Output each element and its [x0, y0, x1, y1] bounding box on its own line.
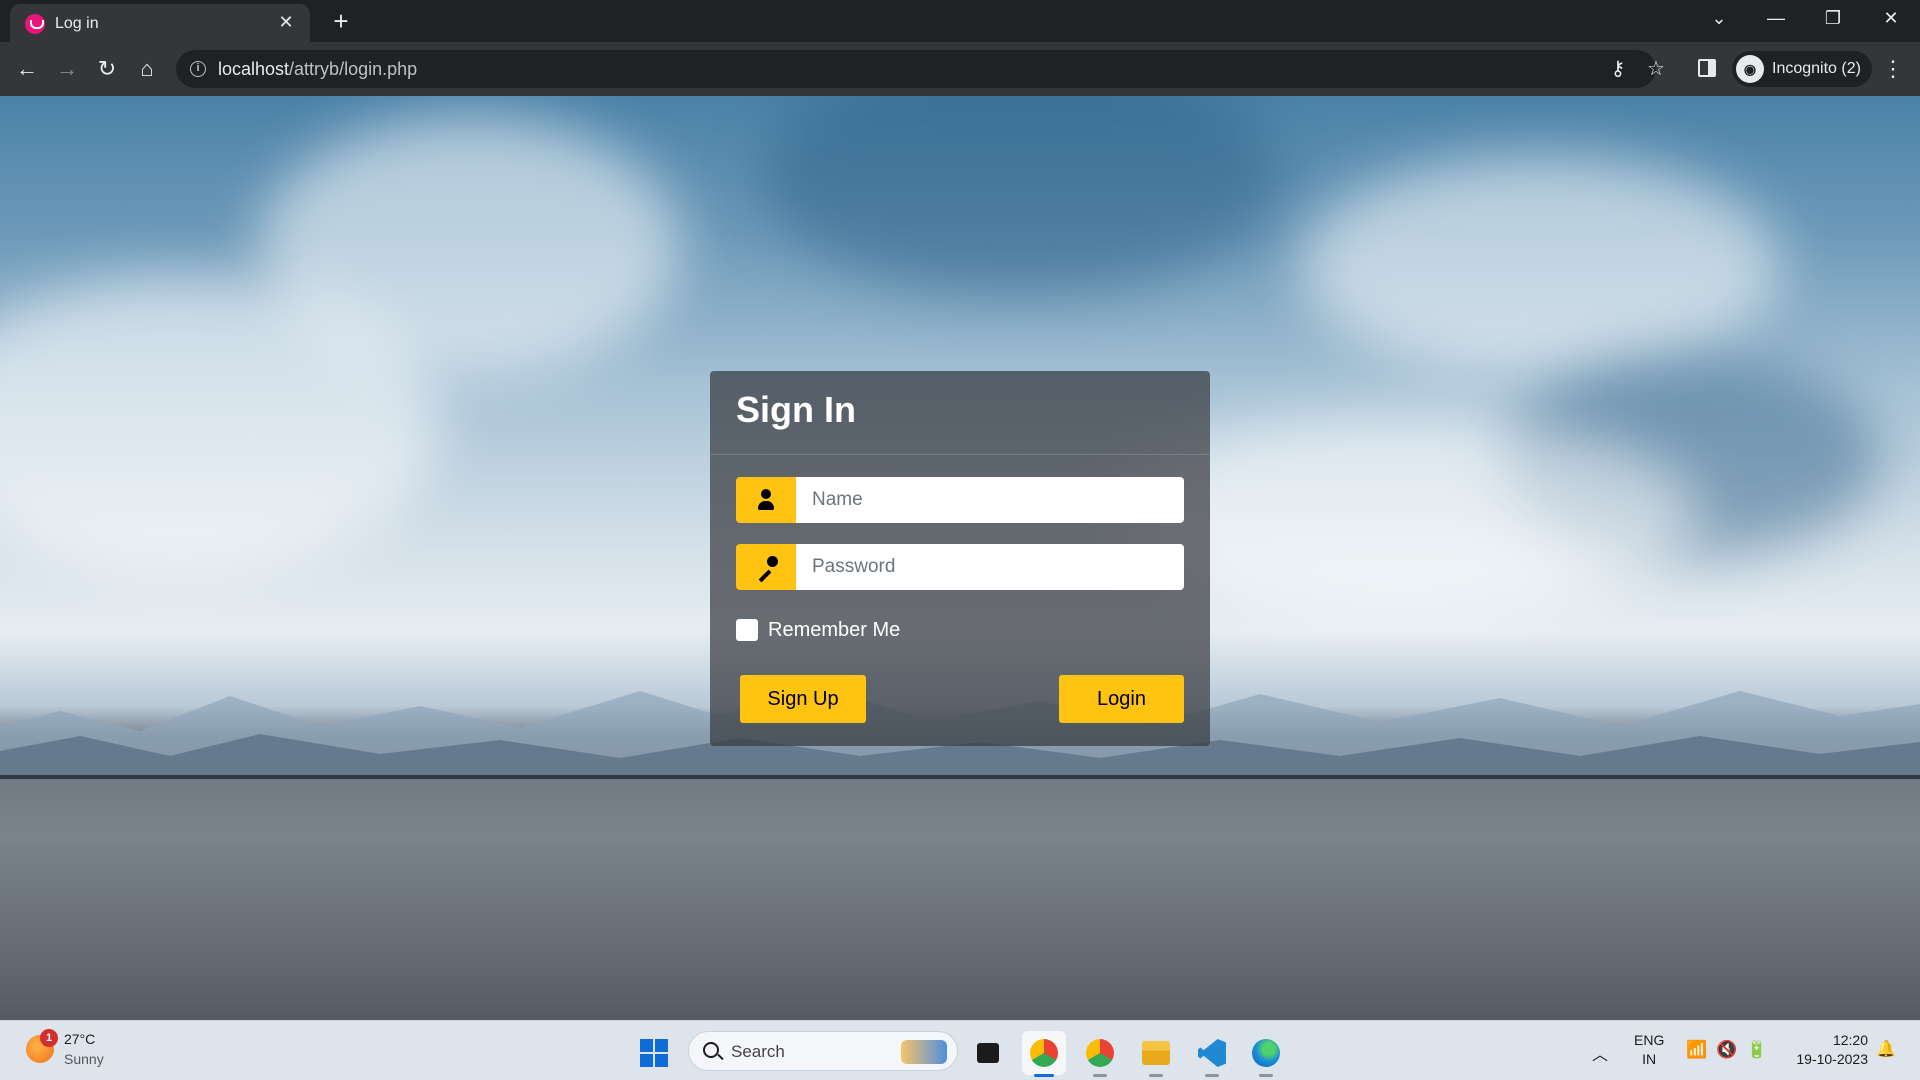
taskbar: 1 27°C Sunny Search ︿ ENG IN 📶 🔇 🔋 12:20	[0, 1020, 1920, 1080]
search-icon	[703, 1042, 719, 1058]
running-indicator	[1149, 1074, 1163, 1077]
running-indicator	[1259, 1074, 1273, 1077]
file-explorer-app[interactable]	[1134, 1031, 1178, 1077]
language-indicator[interactable]: ENG IN	[1634, 1031, 1664, 1069]
wifi-icon[interactable]: 📶	[1686, 1039, 1707, 1061]
tab-close-icon[interactable]: ✕	[276, 12, 296, 32]
name-addon	[736, 477, 796, 523]
volume-muted-icon[interactable]: 🔇	[1716, 1039, 1737, 1061]
running-indicator	[1093, 1074, 1107, 1077]
name-input-group	[736, 477, 1184, 523]
sign-up-button[interactable]: Sign Up	[740, 675, 866, 723]
close-window-button[interactable]: ✕	[1876, 6, 1906, 30]
chevron-up-icon[interactable]: ︿	[1592, 1041, 1608, 1065]
search-highlight-icon	[901, 1040, 947, 1064]
background-cloud	[760, 96, 1280, 296]
remember-me-checkbox[interactable]	[736, 619, 758, 641]
incognito-icon: ◉	[1736, 55, 1764, 83]
vs-code-app[interactable]	[1190, 1031, 1234, 1077]
url-text[interactable]: localhost/attryb/login.php	[218, 59, 417, 80]
folder-icon	[1142, 1041, 1170, 1065]
user-icon	[758, 489, 774, 511]
login-button[interactable]: Login	[1059, 675, 1184, 723]
language-code: ENG	[1634, 1032, 1665, 1048]
chrome-profile-icon	[1086, 1039, 1114, 1067]
background-cloud	[1300, 156, 1780, 376]
menu-icon[interactable]: ⋮	[1882, 55, 1904, 83]
windows-start-icon[interactable]	[640, 1039, 668, 1067]
incognito-label: Incognito (2)	[1772, 60, 1861, 77]
page-background: Sign In Remember Me Sign Up Login	[0, 96, 1920, 1020]
weather-badge: 1	[40, 1029, 58, 1047]
star-icon[interactable]: ☆	[1644, 57, 1668, 81]
taskbar-search[interactable]: Search	[688, 1031, 958, 1071]
incognito-button[interactable]: ◉ Incognito (2)	[1732, 51, 1872, 87]
active-indicator	[1034, 1074, 1054, 1077]
url-host: localhost	[218, 59, 290, 79]
clock-time: 12:20	[1832, 1032, 1868, 1048]
chrome-icon	[1030, 1039, 1058, 1067]
browser-toolbar: ← → ↻ ⌂ i localhost/attryb/login.php ⚷ ☆…	[0, 42, 1920, 96]
task-view-icon	[977, 1043, 999, 1063]
running-indicator	[1205, 1074, 1219, 1077]
page-title: Sign In	[736, 389, 856, 430]
name-field[interactable]	[796, 477, 1184, 523]
info-icon[interactable]: i	[190, 61, 206, 77]
home-icon[interactable]: ⌂	[133, 55, 161, 83]
weather-desc: Sunny	[64, 1051, 104, 1067]
edge-icon	[1252, 1039, 1280, 1067]
notification-icon[interactable]: 🔔	[1876, 1039, 1896, 1059]
restore-button[interactable]: ❐	[1818, 6, 1848, 30]
minimize-button[interactable]: —	[1761, 6, 1791, 30]
battery-icon[interactable]: 🔋	[1746, 1039, 1767, 1061]
task-view-button[interactable]	[966, 1031, 1010, 1075]
weather-temp: 27°C	[64, 1031, 96, 1047]
address-bar[interactable]: i localhost/attryb/login.php ⚷	[176, 50, 1656, 88]
password-addon	[736, 544, 796, 590]
tab-strip: Log in ✕ + ⌄ — ❐ ✕	[0, 0, 1920, 42]
chrome-profile-app[interactable]	[1078, 1031, 1122, 1077]
edge-app[interactable]	[1244, 1031, 1288, 1077]
back-icon[interactable]: ←	[13, 55, 41, 83]
card-header: Sign In	[710, 371, 1210, 455]
clock[interactable]: 12:20 19-10-2023	[1788, 1031, 1868, 1069]
remember-me-label[interactable]: Remember Me	[768, 619, 900, 642]
tab-search-icon[interactable]: ⌄	[1704, 6, 1734, 30]
side-panel-icon[interactable]	[1698, 59, 1716, 77]
sign-in-card: Sign In Remember Me Sign Up Login	[710, 371, 1210, 746]
chrome-app[interactable]	[1022, 1031, 1066, 1077]
clock-date: 19-10-2023	[1796, 1051, 1868, 1067]
key-icon	[754, 555, 778, 579]
url-path: /attryb/login.php	[289, 59, 418, 79]
search-label: Search	[731, 1042, 785, 1061]
vs-code-icon	[1198, 1039, 1226, 1067]
password-input-group	[736, 544, 1184, 590]
tab-login[interactable]: Log in ✕	[10, 4, 310, 42]
forward-icon[interactable]: →	[53, 55, 81, 83]
site-favicon-icon	[25, 14, 45, 34]
key-icon[interactable]: ⚷	[1606, 57, 1630, 81]
horizon-line	[0, 775, 1920, 779]
tab-title: Log in	[55, 15, 99, 32]
language-region: IN	[1642, 1051, 1657, 1067]
password-field[interactable]	[796, 544, 1184, 590]
reload-icon[interactable]: ↻	[93, 55, 121, 83]
new-tab-button[interactable]: +	[326, 6, 356, 36]
